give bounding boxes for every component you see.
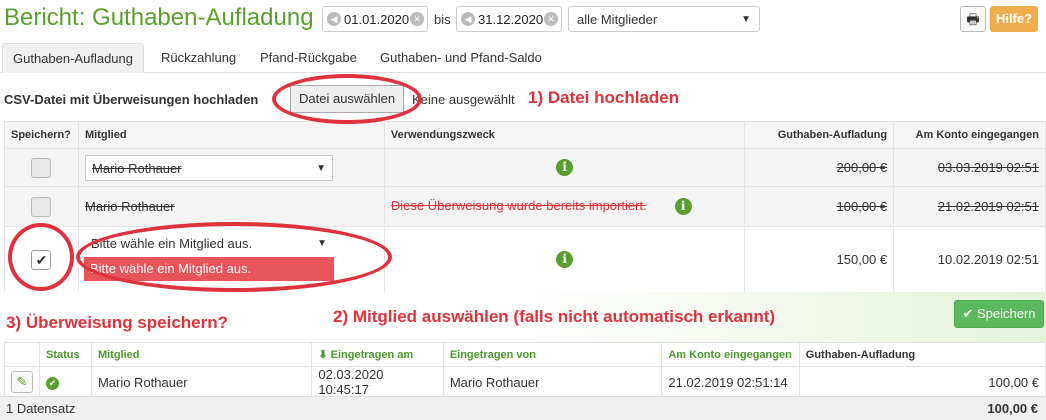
member-select[interactable]: Mario Rothauer ▼ (84, 154, 333, 181)
save-button[interactable]: ✔ Speichern (954, 300, 1044, 328)
print-button[interactable]: 🖶 (960, 6, 986, 32)
annotation-save: 3) Überweisung speichern? (6, 313, 228, 332)
chevron-down-icon: ▼ (317, 238, 327, 249)
entered-at: 02.03.2020 10:45:17 (311, 366, 444, 398)
received-date: 21.02.2019 02:51:14 (661, 366, 800, 398)
received-date: 21.02.2019 02:51 (937, 199, 1039, 214)
member-value: Mario Rothauer (90, 366, 313, 398)
calendar-icon[interactable]: ◀ (461, 12, 475, 26)
column-header: Verwendungszweck (383, 121, 746, 149)
save-checkbox[interactable] (31, 157, 52, 178)
tab-saldo[interactable]: Guthaben- und Pfand-Saldo (370, 43, 552, 73)
page-title: Bericht: Guthaben-Aufladung (4, 4, 314, 31)
received-date: 10.02.2019 02:51 (893, 226, 1046, 293)
save-button-label: Speichern (976, 306, 1036, 321)
annotation-upload: 1) Datei hochladen (528, 88, 680, 107)
info-icon[interactable]: i (674, 198, 692, 216)
column-header: Mitglied (77, 121, 385, 149)
table-footer (0, 396, 1046, 420)
chevron-down-icon: ▼ (316, 162, 326, 174)
column-header[interactable]: Mitglied (90, 342, 313, 367)
table-row: ✎ ✔ Mario Rothauer 02.03.2020 10:45:17 M… (4, 366, 1046, 398)
date-from-field[interactable]: ◀ 01.01.2020 ✕ (322, 6, 428, 32)
table-row: Mario Rothauer Diese Überweisung wurde b… (4, 186, 1046, 227)
total-amount: 100,00 € (987, 401, 1038, 416)
checkmark-icon: ✔ (35, 251, 48, 268)
tab-guthaben-aufladung[interactable]: Guthaben-Aufladung (2, 43, 144, 73)
sort-down-icon: ⬇ (318, 349, 331, 361)
amount: 100,00 € (798, 366, 1046, 398)
choose-file-button[interactable]: Datei auswählen (290, 85, 405, 113)
member-value: Mario Rothauer (91, 160, 182, 176)
pencil-icon: ✎ (16, 374, 28, 389)
date-to-value: 31.12.2020 (478, 11, 544, 27)
date-to-field[interactable]: ◀ 31.12.2020 ✕ (456, 6, 562, 32)
check-circle-icon: ✔ (46, 377, 59, 390)
info-icon[interactable]: i (556, 159, 574, 176)
upload-label: CSV-Datei mit Überweisungen hochladen (4, 92, 259, 107)
column-header: Guthaben-Aufladung (744, 121, 895, 149)
info-icon[interactable]: i (556, 251, 574, 268)
clear-date-icon[interactable]: ✕ (410, 12, 424, 26)
date-range-separator: bis (434, 12, 451, 27)
amount: 200,00 € (836, 160, 888, 175)
file-status: Keine ausgewählt (412, 92, 515, 107)
column-header[interactable]: Status (39, 342, 92, 367)
table-row: Mario Rothauer ▼ i 200,00 € 03.03.2019 02… (4, 148, 1046, 187)
calendar-icon[interactable]: ◀ (327, 12, 341, 26)
member-filter-value: alle Mitglieder (577, 12, 658, 27)
column-header[interactable]: Eingetragen von (442, 342, 663, 367)
edit-button[interactable]: ✎ (11, 371, 33, 393)
dropdown-option[interactable]: Bitte wähle ein Mitglied aus. (84, 257, 334, 281)
record-count: 1 Datensatz (6, 401, 76, 416)
save-checkbox[interactable] (31, 196, 52, 217)
member-value: Bitte wähle ein Mitglied aus. (90, 236, 253, 251)
table-header-row: Speichern? Mitglied Verwendungszweck Gut… (4, 121, 1046, 149)
already-imported-note: Diese Überweisung wurde bereits importie… (390, 197, 647, 213)
date-from-value: 01.01.2020 (344, 11, 410, 27)
tab-bar: Guthaben-Aufladung Rückzahlung Pfand-Rüc… (0, 43, 1046, 73)
annotation-select-member: 2) Mitglied auswählen (falls nicht autom… (333, 307, 776, 326)
amount: 150,00 € (744, 226, 895, 293)
member-select[interactable]: Bitte wähle ein Mitglied aus. ▼ (84, 231, 333, 257)
column-header: Guthaben-Aufladung (798, 342, 1046, 367)
entered-by: Mario Rothauer (442, 366, 663, 398)
column-header: Am Konto eingegangen (893, 121, 1046, 149)
chevron-down-icon: ▼ (741, 14, 751, 25)
help-button[interactable]: Hilfe? (990, 6, 1038, 32)
column-header[interactable]: ⬇ Eingetragen am (311, 342, 444, 367)
tab-rueckzahlung[interactable]: Rückzahlung (151, 43, 246, 73)
save-checkbox[interactable]: ✔ (31, 249, 52, 270)
printer-icon: 🖶 (966, 11, 980, 27)
column-header-label: Eingetragen am (330, 349, 414, 361)
column-header[interactable]: Am Konto eingegangen (661, 342, 800, 367)
received-date: 03.03.2019 02:51 (937, 160, 1039, 175)
member-filter-select[interactable]: alle Mitglieder ▼ (568, 6, 760, 32)
column-header: Speichern? (4, 121, 79, 149)
member-value: Mario Rothauer (84, 199, 175, 214)
clear-date-icon[interactable]: ✕ (544, 12, 558, 26)
amount: 100,00 € (836, 199, 888, 214)
check-icon: ✔ (962, 306, 977, 321)
saved-table: Status Mitglied ⬇ Eingetragen am Eingetr… (4, 342, 1046, 398)
tab-pfand-rueckgabe[interactable]: Pfand-Rückgabe (250, 43, 367, 73)
table-header-row: Status Mitglied ⬇ Eingetragen am Eingetr… (4, 342, 1046, 367)
